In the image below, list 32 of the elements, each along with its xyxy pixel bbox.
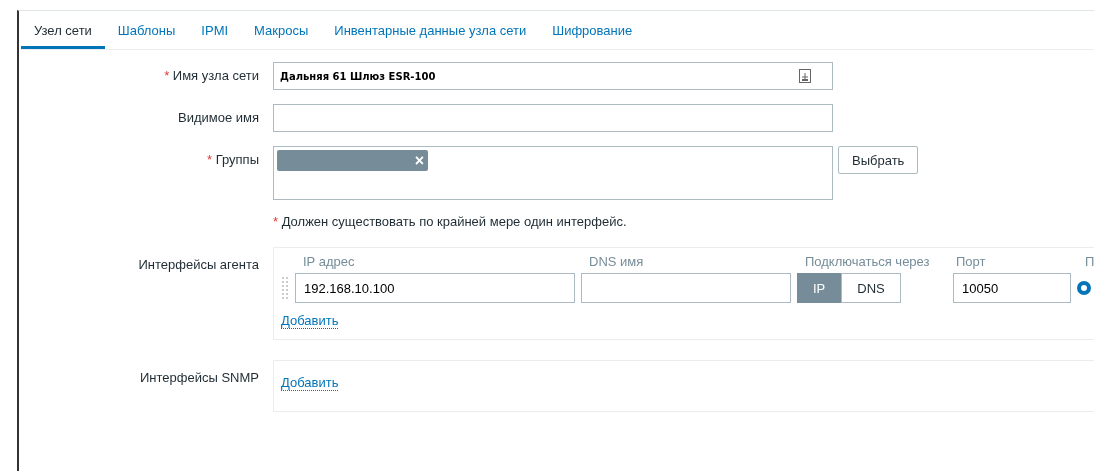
add-link[interactable]: Добавить — [281, 313, 339, 329]
select-button[interactable]: Выбрать — [838, 146, 919, 174]
tab[interactable]: Шаблоны — [104, 14, 189, 49]
column-header: П — [1084, 254, 1094, 269]
field-label: Видимое имя — [177, 110, 259, 125]
groups-field[interactable]: × — [273, 146, 833, 200]
host-name-field[interactable]: Дальняя 61 Шлюз ESR-100 — [273, 62, 833, 90]
column-header: Порт — [955, 254, 987, 269]
dns-name-field[interactable] — [581, 273, 791, 303]
remove-button[interactable]: × — [410, 152, 428, 169]
port-field[interactable]: 10050 — [953, 273, 1071, 303]
column-header: DNS имя — [588, 254, 645, 269]
radio-button[interactable] — [1077, 281, 1091, 295]
tab[interactable]: Шифрование — [539, 14, 646, 49]
section-label: Интерфейсы агента — [138, 257, 259, 272]
field-label: * Группы — [207, 152, 259, 167]
ip-address-field[interactable]: 192.168.10.100 — [295, 273, 575, 303]
column-header: Подключаться через — [804, 254, 931, 269]
section-label: Интерфейсы SNMP — [140, 370, 259, 385]
field-label: * Имя узла сети — [164, 68, 259, 83]
notice-text: * Должен существовать по крайней мере один интерфейс. — [273, 214, 627, 229]
tab[interactable]: Инвентарные данные узла сети — [321, 14, 540, 49]
column-header: IP адрес — [302, 254, 356, 269]
tab[interactable]: Узел сети — [21, 14, 105, 49]
visible-name-field[interactable] — [273, 104, 833, 132]
connect-toggle[interactable]: IP — [797, 273, 842, 303]
drag-handle-icon[interactable] — [281, 275, 289, 301]
add-link[interactable]: Добавить — [281, 375, 339, 391]
keyboard-icon[interactable] — [799, 69, 811, 83]
tab[interactable]: IPMI — [188, 14, 242, 49]
tab[interactable]: Макросы — [241, 14, 322, 49]
connect-toggle[interactable]: DNS — [841, 273, 901, 303]
